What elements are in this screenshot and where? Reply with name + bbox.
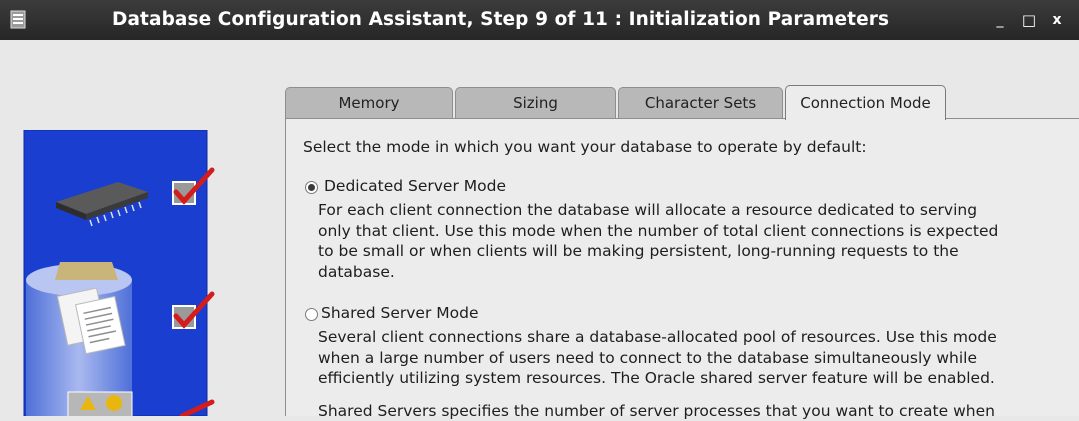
shared-server-label[interactable]: Shared Server Mode <box>321 304 478 322</box>
tab-memory[interactable]: Memory <box>285 87 453 118</box>
dedicated-server-radio[interactable] <box>305 181 318 194</box>
wizard-step-graphic <box>0 130 228 416</box>
window-title: Database Configuration Assistant, Step 9… <box>112 9 889 30</box>
description-line: Shared Servers specifies the number of s… <box>318 401 997 421</box>
shapes-icon <box>68 392 132 416</box>
description-line: when a large number of users need to con… <box>318 348 997 369</box>
shared-server-description: Several client connections share a datab… <box>318 327 997 421</box>
description-line: database. <box>318 262 998 283</box>
tab-connection-mode[interactable]: Connection Mode <box>785 85 946 120</box>
description-line: only that client. Use this mode when the… <box>318 221 998 242</box>
minimize-button[interactable]: _ <box>990 10 1010 30</box>
dedicated-server-label[interactable]: Dedicated Server Mode <box>324 177 506 195</box>
dedicated-server-description: For each client connection the database … <box>318 200 998 282</box>
connection-mode-panel: Select the mode in which you want your d… <box>285 118 1079 416</box>
description-line: Several client connections share a datab… <box>318 327 997 348</box>
tab-sizing[interactable]: Sizing <box>455 87 616 118</box>
mode-prompt: Select the mode in which you want your d… <box>303 138 867 156</box>
maximize-button[interactable]: □ <box>1019 10 1039 30</box>
description-line: to be small or when clients will be maki… <box>318 241 998 262</box>
description-line: For each client connection the database … <box>318 200 998 221</box>
app-icon[interactable] <box>10 10 28 30</box>
description-line: efficiently utilizing system resources. … <box>318 368 997 389</box>
title-bar: Database Configuration Assistant, Step 9… <box>0 0 1079 40</box>
tab-character-sets[interactable]: Character Sets <box>618 87 783 118</box>
shared-server-radio[interactable] <box>305 308 318 321</box>
close-button[interactable]: x <box>1047 10 1067 30</box>
